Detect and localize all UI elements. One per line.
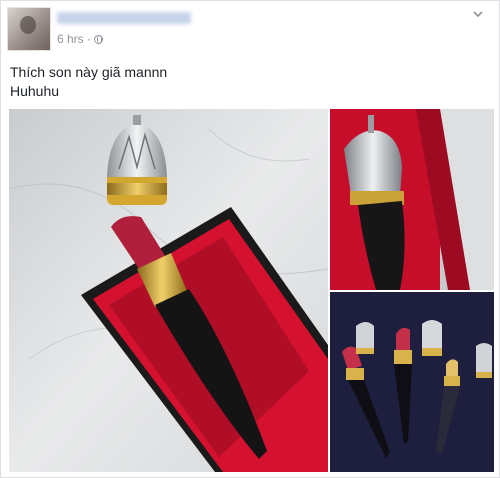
message-line-2: Huhuhu bbox=[10, 83, 60, 99]
author-name-blurred[interactable] bbox=[57, 12, 191, 24]
chevron-down-icon[interactable] bbox=[473, 11, 483, 17]
message-line-1: Thích son này giã mannn bbox=[10, 64, 168, 80]
facebook-post: 6 hrs · Thích son này giã mannn Huhuhu bbox=[0, 0, 500, 478]
author-avatar[interactable] bbox=[7, 7, 51, 51]
post-meta: 6 hrs · bbox=[57, 32, 103, 46]
meta-separator: · bbox=[86, 32, 91, 46]
globe-icon[interactable] bbox=[93, 34, 103, 44]
post-message: Thích son này giã mannn Huhuhu bbox=[10, 63, 167, 101]
post-timestamp[interactable]: 6 hrs bbox=[57, 32, 84, 46]
photo-main-lipstick[interactable] bbox=[9, 109, 328, 472]
photo-lipstick-closeup[interactable] bbox=[330, 109, 494, 290]
photo-lipstick-collection[interactable] bbox=[330, 292, 494, 472]
